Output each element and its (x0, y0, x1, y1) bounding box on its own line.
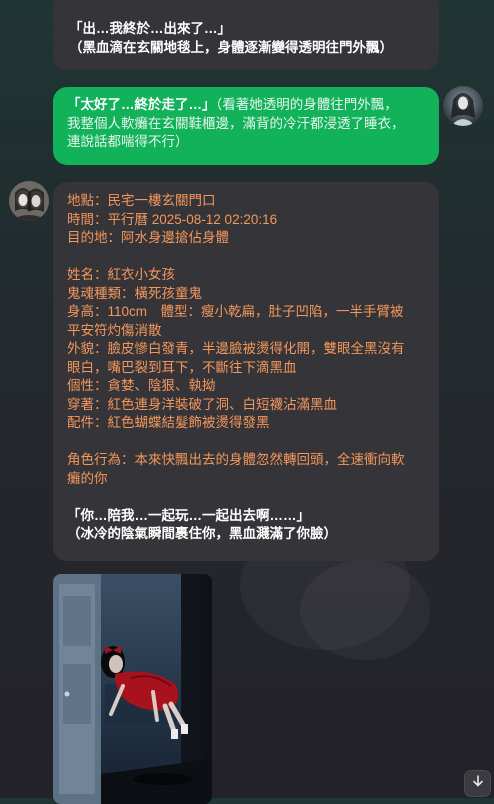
dialogue-line: 「出…我終於…出來了…」 (69, 21, 231, 36)
character-action: 角色行為：本來快飄出去的身體忽然轉回頭，全速衝向軟 (67, 452, 405, 467)
status-location: 地點：民宅一樓玄關門口 (67, 193, 216, 208)
status-time: 時間：平行曆 2025-08-12 02:20:16 (67, 211, 278, 227)
character-appearance-cont: 眼白，嘴巴裂到耳下，不斷往下滴黑血 (67, 359, 297, 375)
scene-image[interactable] (53, 574, 212, 804)
narration-line: 我整個人軟癱在玄關鞋櫃邊，滿背的冷汗都浸透了睡衣， (67, 115, 405, 131)
narration-line: （黑血滴在玄關地毯上，身體逐漸變得透明往門外飄） (69, 39, 393, 55)
ai-message-bubble: 「出…我終於…出來了…」 （黑血滴在玄關地毯上，身體逐漸變得透明往門外飄） (53, 0, 439, 70)
character-clothing: 穿著：紅色連身洋裝破了洞、白短襪沾滿黑血 (67, 396, 337, 412)
character-height-cont: 平安符灼傷消散 (67, 322, 162, 338)
dialogue-quote: 「太好了…終於走了…」 (67, 97, 216, 112)
narration-line: 連說話都喘得不行） (67, 134, 189, 149)
character-name: 姓名：紅衣小女孩 (67, 267, 175, 282)
character-action-cont: 癱的你 (67, 470, 108, 486)
user-message-line: 「太好了…終於走了…」（看著她透明的身體往門外飄， (67, 96, 427, 115)
character-accessory: 配件：紅色蝴蝶結髮飾被燙得發黑 (67, 415, 270, 430)
character-ghost-type: 鬼魂種類：橫死孩童鬼 (67, 285, 202, 301)
ai-message-bubble: 地點：民宅一樓玄關門口 時間：平行曆 2025-08-12 02:20:16 目… (53, 182, 439, 561)
character-appearance: 外貌：臉皮慘白發青，半邊臉被燙得化開，雙眼全黑沒有 (67, 341, 405, 356)
narration-line: （冰冷的陰氣瞬間裹住你，黑血濺滿了你臉） (67, 526, 337, 541)
user-avatar[interactable] (443, 86, 483, 126)
scroll-to-bottom-button[interactable] (464, 770, 491, 797)
narration-text: （看著她透明的身體往門外飄， (215, 97, 398, 112)
status-destination: 目的地：阿水身邊搶佔身體 (67, 230, 229, 245)
scene-illustration (53, 574, 212, 804)
user-message-bubble: 「太好了…終於走了…」（看著她透明的身體往門外飄， 我整個人軟癱在玄關鞋櫃邊，滿… (53, 87, 439, 165)
background-decoration (300, 560, 430, 660)
character-height: 身高：110cm 體型：瘦小乾扁，肚子凹陷，一半手臂被 (67, 304, 404, 319)
ai-avatar[interactable] (9, 181, 49, 221)
dialogue-line: 「你…陪我…一起玩…一起出去啊……」 (67, 507, 310, 523)
arrow-down-icon (471, 774, 485, 793)
character-personality: 個性：貪婪、陰狠、執拗 (67, 378, 216, 393)
